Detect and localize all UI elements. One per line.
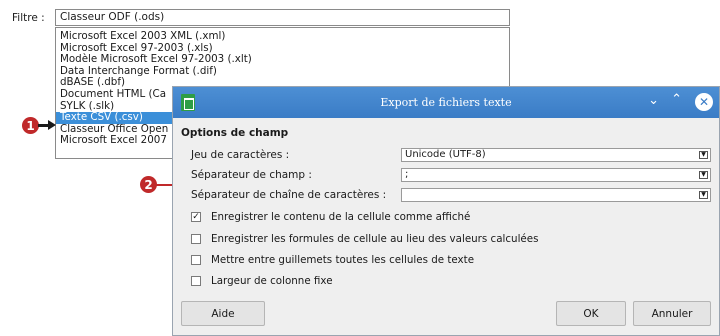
checkbox-quote-text[interactable] <box>191 255 201 265</box>
checkbox-row-quote-text[interactable]: Mettre entre guillemets toutes les cellu… <box>191 253 474 267</box>
filter-option[interactable]: Microsoft Excel 2003 XML (.xml) <box>56 30 509 43</box>
checkbox-fixed-width[interactable] <box>191 276 201 286</box>
callout-1-arrow-head <box>48 120 56 130</box>
chevron-down-icon[interactable]: ▼ <box>699 171 708 179</box>
callout-1-badge: 1 <box>22 117 39 134</box>
export-text-dialog: Export de fichiers texte ⌄ ⌃ ✕ Options d… <box>172 86 720 336</box>
callout-2-badge: 2 <box>140 176 157 193</box>
dialog-title: Export de fichiers texte <box>380 96 512 109</box>
filter-label: Filtre : <box>12 12 45 24</box>
string-separator-select[interactable]: ▼ <box>401 188 711 202</box>
filter-select[interactable]: Classeur ODF (.ods) <box>55 9 510 26</box>
ok-button[interactable]: OK <box>556 301 626 326</box>
charset-label: Jeu de caractères : <box>191 149 290 161</box>
checkbox-label: Enregistrer le contenu de la cellule com… <box>211 211 471 223</box>
checkbox-label: Largeur de colonne fixe <box>211 275 333 287</box>
checkbox-save-formulas[interactable] <box>191 234 201 244</box>
chevron-down-icon[interactable]: ▼ <box>699 191 708 199</box>
field-separator-select[interactable]: ; ▼ <box>401 168 711 182</box>
dialog-titlebar[interactable]: Export de fichiers texte ⌄ ⌃ ✕ <box>173 87 719 118</box>
checkbox-row-save-as-shown[interactable]: ✓ Enregistrer le contenu de la cellule c… <box>191 210 470 224</box>
chevron-down-icon[interactable]: ▼ <box>699 151 708 159</box>
field-separator-value: ; <box>405 169 409 180</box>
checkbox-label: Enregistrer les formules de cellule au l… <box>211 233 539 245</box>
charset-value: Unicode (UTF-8) <box>405 149 486 160</box>
field-separator-label: Séparateur de champ : <box>191 169 312 181</box>
filter-option-selected[interactable]: Texte CSV (.csv) <box>56 112 187 124</box>
checkbox-row-save-formulas[interactable]: Enregistrer les formules de cellule au l… <box>191 232 538 246</box>
string-separator-label: Séparateur de chaîne de caractères : <box>191 189 387 201</box>
close-icon[interactable]: ✕ <box>695 93 713 111</box>
minimize-icon[interactable]: ⌄ <box>648 93 659 108</box>
cancel-button[interactable]: Annuler <box>633 301 711 326</box>
checkbox-row-fixed-width[interactable]: Largeur de colonne fixe <box>191 274 333 288</box>
charset-select[interactable]: Unicode (UTF-8) ▼ <box>401 148 711 162</box>
section-title: Options de champ <box>181 127 289 139</box>
maximize-icon[interactable]: ⌃ <box>671 92 682 107</box>
checkbox-save-as-shown[interactable]: ✓ <box>191 212 201 222</box>
checkbox-label: Mettre entre guillemets toutes les cellu… <box>211 254 475 266</box>
help-button[interactable]: Aide <box>181 301 265 326</box>
